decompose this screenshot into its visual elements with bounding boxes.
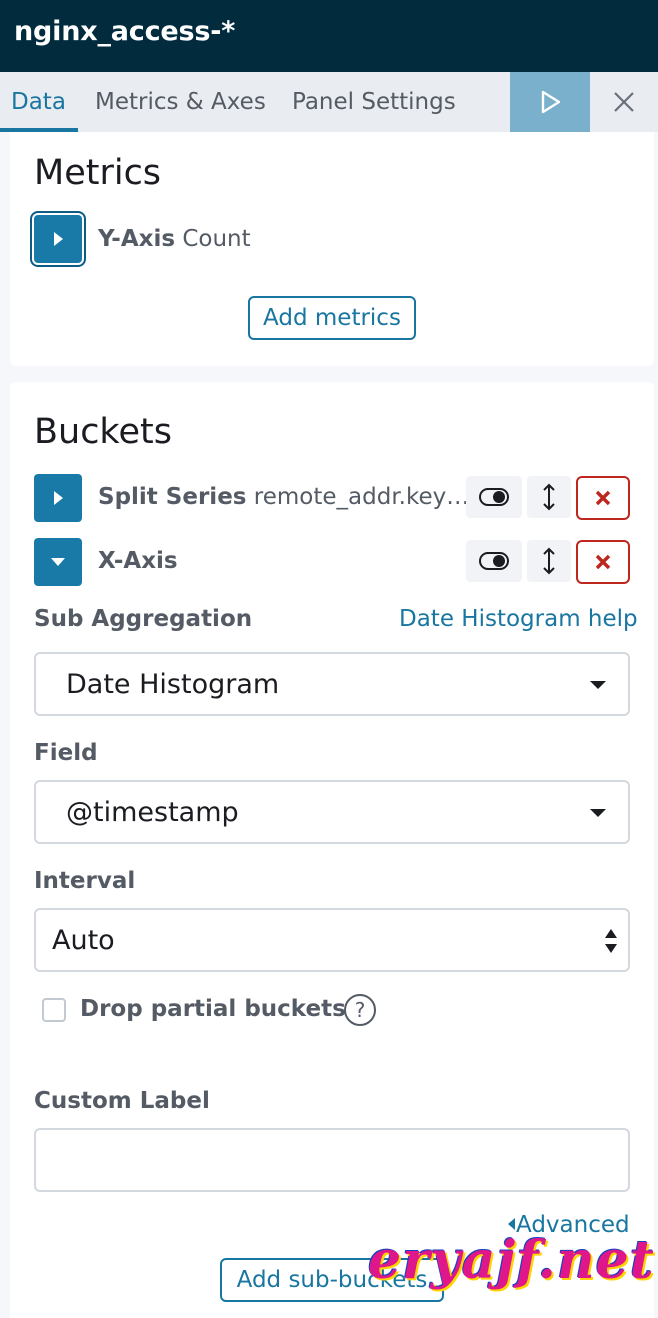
index-pattern-title: nginx_access-* xyxy=(14,16,236,47)
interval-label: Interval xyxy=(34,868,136,894)
split-series-expand-button[interactable] xyxy=(34,474,82,522)
date-histogram-help-link[interactable]: Date Histogram help xyxy=(399,606,638,632)
split-series-toggle-button[interactable] xyxy=(466,476,522,518)
x-axis-agg-title[interactable]: X-Axis xyxy=(98,548,178,574)
caret-down-icon xyxy=(590,681,606,689)
apply-changes-button[interactable] xyxy=(510,72,590,132)
field-select[interactable]: @timestamp xyxy=(34,780,630,844)
toggle-icon xyxy=(479,552,509,570)
caret-right-icon xyxy=(54,232,63,246)
field-value: @timestamp xyxy=(66,797,239,828)
interval-value: Auto xyxy=(52,925,115,956)
field-label: Field xyxy=(34,740,98,766)
toggle-icon xyxy=(479,488,509,506)
agg-name: remote_addr.key… xyxy=(253,484,470,510)
caret-down-icon xyxy=(590,809,606,817)
split-series-drag-handle[interactable] xyxy=(527,476,571,518)
drop-partial-buckets-checkbox[interactable] xyxy=(42,998,66,1022)
custom-label-label: Custom Label xyxy=(34,1088,210,1114)
sub-aggregation-label: Sub Aggregation xyxy=(34,606,253,632)
x-axis-drag-handle[interactable] xyxy=(527,540,571,582)
sub-aggregation-select[interactable]: Date Histogram xyxy=(34,652,630,716)
watermark: eryajf.net xyxy=(368,1230,655,1291)
discard-changes-button[interactable] xyxy=(590,72,658,132)
cross-icon xyxy=(595,554,611,570)
x-axis-toggle-button[interactable] xyxy=(466,540,522,582)
y-axis-expand-button[interactable] xyxy=(34,215,82,263)
cross-icon xyxy=(595,490,611,506)
tab-data[interactable]: Data xyxy=(11,89,66,115)
split-series-remove-button[interactable] xyxy=(576,476,630,520)
tab-panel-settings[interactable]: Panel Settings xyxy=(292,89,456,115)
sort-vertical-icon xyxy=(543,483,555,511)
x-axis-remove-button[interactable] xyxy=(576,540,630,584)
metrics-heading: Metrics xyxy=(34,153,162,193)
split-series-agg-title[interactable]: Split Series remote_addr.key… xyxy=(98,484,469,510)
close-icon xyxy=(614,92,634,112)
sub-aggregation-value: Date Histogram xyxy=(66,669,280,700)
caret-down-icon xyxy=(51,558,65,566)
x-axis-collapse-button[interactable] xyxy=(34,538,82,586)
agg-name: Count xyxy=(182,226,251,252)
agg-type: X-Axis xyxy=(98,548,178,574)
buckets-heading: Buckets xyxy=(34,412,172,452)
interval-select[interactable]: Auto xyxy=(34,908,630,972)
drop-partial-buckets-label: Drop partial buckets xyxy=(80,996,346,1022)
index-pattern-header: nginx_access-* xyxy=(0,0,658,72)
add-metrics-button[interactable]: Add metrics xyxy=(248,296,416,340)
sort-arrows-icon xyxy=(605,929,617,953)
play-icon xyxy=(541,90,561,114)
tab-metrics-axes[interactable]: Metrics & Axes xyxy=(95,89,266,115)
caret-left-icon xyxy=(508,1218,515,1230)
agg-type: Split Series xyxy=(98,484,247,510)
y-axis-agg-title[interactable]: Y-Axis Count xyxy=(98,226,251,252)
sort-vertical-icon xyxy=(543,547,555,575)
custom-label-input[interactable] xyxy=(34,1128,630,1192)
agg-type: Y-Axis xyxy=(98,226,176,252)
caret-right-icon xyxy=(54,491,63,505)
question-icon[interactable]: ? xyxy=(344,994,376,1026)
